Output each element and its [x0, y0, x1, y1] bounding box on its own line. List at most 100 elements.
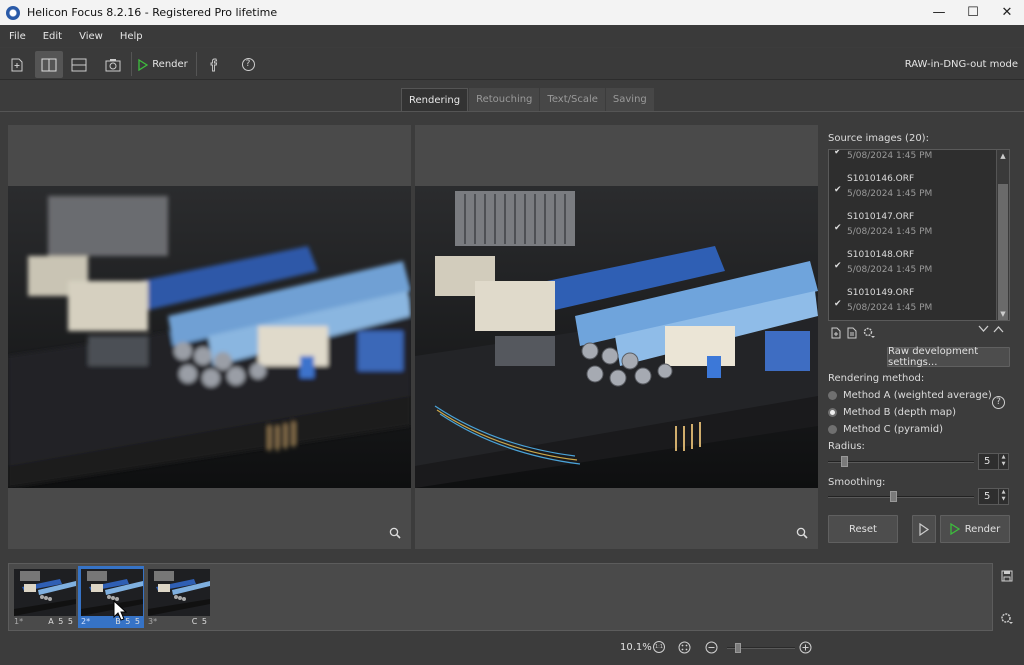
minimize-button[interactable]: — [922, 0, 956, 25]
split-horizontal-icon [71, 58, 87, 71]
render-options-button[interactable] [912, 515, 936, 543]
list-item[interactable]: ✔ S1010146.ORF 5/08/2024 1:45 PM [829, 168, 997, 206]
radio-icon[interactable] [828, 391, 837, 400]
rendering-method-label: Rendering method: [828, 373, 925, 384]
smoothing-slider[interactable] [828, 491, 974, 503]
tab-text-scale[interactable]: Text/Scale [540, 88, 605, 111]
tab-divider [0, 111, 1024, 112]
raw-development-settings-button[interactable]: Raw development settings... [887, 346, 1010, 368]
camera-capture-button[interactable] [100, 51, 126, 78]
thumbnail-image [148, 569, 210, 616]
list-scrollbar[interactable]: ▲ ▼ [996, 150, 1009, 320]
scroll-down-icon[interactable]: ▼ [997, 308, 1009, 320]
list-item[interactable]: ✔ S1010147.ORF 5/08/2024 1:45 PM [829, 206, 997, 244]
close-button[interactable]: ✕ [990, 0, 1024, 25]
split-vertical-icon [41, 58, 57, 71]
list-item[interactable]: ✔ S1010148.ORF 5/08/2024 1:45 PM [829, 244, 997, 282]
file-name: S1010149.ORF [847, 288, 915, 298]
result-thumbnail-selected[interactable]: 2* B 5 5 [78, 566, 144, 628]
render-toolbar-button[interactable]: Render [137, 51, 189, 78]
save-icon[interactable] [1000, 569, 1014, 583]
settings-dropdown-icon[interactable] [1000, 612, 1014, 626]
actual-size-icon[interactable]: 1:1 [653, 641, 665, 653]
title-bar: Helicon Focus 8.2.16 - Registered Pro li… [0, 0, 1024, 25]
list-item[interactable]: ✔ S1010149.ORF 5/08/2024 1:45 PM [829, 282, 997, 320]
method-b-radio[interactable]: Method B (depth map) [828, 407, 956, 418]
zoom-icon[interactable] [796, 527, 808, 539]
zoom-in-icon[interactable] [799, 641, 812, 654]
file-icon[interactable] [847, 327, 857, 339]
add-file-icon[interactable] [831, 327, 841, 339]
method-a-label: Method A (weighted average) [843, 390, 992, 401]
radius-slider[interactable] [828, 456, 974, 468]
help-toolbar-button[interactable]: ? [237, 51, 259, 78]
stacked-view-button[interactable] [66, 51, 92, 78]
reset-button[interactable]: Reset [828, 515, 898, 543]
help-icon: ? [241, 58, 255, 71]
zoom-slider[interactable] [727, 643, 795, 653]
file-name: S1010148.ORF [847, 250, 915, 260]
method-help-icon[interactable]: ? [992, 396, 1005, 409]
thumbnail-index: 2* [81, 617, 91, 626]
side-by-side-view-button[interactable] [35, 51, 63, 78]
result-thumbnail[interactable]: 1* A 5 5 [11, 566, 77, 628]
thumbnail-method: A 5 5 [48, 617, 74, 626]
zoom-slider-handle[interactable] [735, 643, 741, 653]
menu-file[interactable]: File [0, 31, 34, 42]
menu-help[interactable]: Help [111, 31, 151, 42]
result-thumbnail-strip: 1* A 5 5 2* B 5 5 3* C 5 [8, 563, 993, 631]
method-a-radio[interactable]: Method A (weighted average) [828, 390, 992, 401]
method-c-radio[interactable]: Method C (pyramid) [828, 424, 943, 435]
source-preview-pane[interactable] [8, 125, 411, 549]
checkbox[interactable]: ✔ [834, 150, 843, 157]
checkbox[interactable]: ✔ [834, 262, 843, 271]
result-preview-pane[interactable] [415, 125, 818, 549]
scroll-up-icon[interactable]: ▲ [997, 150, 1009, 162]
checkbox[interactable]: ✔ [834, 186, 843, 195]
source-images-header: Source images (20): [828, 133, 929, 144]
render-button-label: Render [964, 523, 1001, 535]
motherboard-photo-sharp [415, 186, 818, 488]
smoothing-spinbox[interactable]: 5 ▲ ▼ [978, 488, 1009, 505]
smoothing-slider-handle[interactable] [890, 491, 897, 502]
checkbox[interactable]: ✔ [834, 224, 843, 233]
list-toolbar [831, 327, 875, 339]
smoothing-value: 5 [984, 491, 991, 502]
radius-spinbox[interactable]: 5 ▲ ▼ [978, 453, 1009, 470]
render-button[interactable]: Render [940, 515, 1010, 543]
fit-to-window-icon[interactable] [678, 641, 691, 654]
spin-arrows-icon[interactable]: ▲ ▼ [998, 454, 1008, 469]
radius-slider-handle[interactable] [841, 456, 848, 467]
tab-retouching[interactable]: Retouching [469, 88, 540, 111]
radio-icon[interactable] [828, 425, 837, 434]
zoom-out-icon[interactable] [705, 641, 718, 654]
play-icon [138, 58, 149, 71]
tab-saving[interactable]: Saving [605, 88, 654, 111]
mouse-cursor-icon [113, 600, 127, 621]
new-project-button[interactable] [6, 51, 28, 78]
play-icon [950, 523, 960, 535]
chevron-up-icon[interactable] [993, 325, 1004, 333]
facebook-share-button[interactable] [204, 51, 224, 78]
maximize-button[interactable]: ☐ [956, 0, 990, 25]
result-image-preview [415, 186, 818, 488]
status-bar: 10.1% 1:1 [0, 636, 1024, 658]
checkbox[interactable]: ✔ [834, 300, 843, 309]
motherboard-photo-blurred [8, 186, 411, 488]
menu-view[interactable]: View [70, 31, 111, 42]
spin-arrows-icon[interactable]: ▲ ▼ [998, 489, 1008, 504]
thumbnail-image [81, 569, 143, 616]
tab-rendering[interactable]: Rendering [401, 88, 469, 111]
result-thumbnail[interactable]: 3* C 5 [145, 566, 211, 628]
scrollbar-thumb[interactable] [998, 184, 1008, 320]
radius-value: 5 [984, 456, 991, 467]
zoom-icon[interactable] [389, 527, 401, 539]
new-file-icon [11, 58, 23, 71]
thumbnail-index: 1* [14, 617, 24, 626]
settings-dropdown-icon[interactable] [863, 327, 875, 339]
menu-edit[interactable]: Edit [34, 31, 70, 42]
chevron-down-icon[interactable] [978, 325, 989, 333]
source-images-list[interactable]: ✔ 5/08/2024 1:45 PM ✔ S1010146.ORF 5/08/… [828, 149, 1010, 321]
list-item[interactable]: ✔ 5/08/2024 1:45 PM [829, 150, 997, 168]
radio-selected-icon[interactable] [828, 408, 837, 417]
